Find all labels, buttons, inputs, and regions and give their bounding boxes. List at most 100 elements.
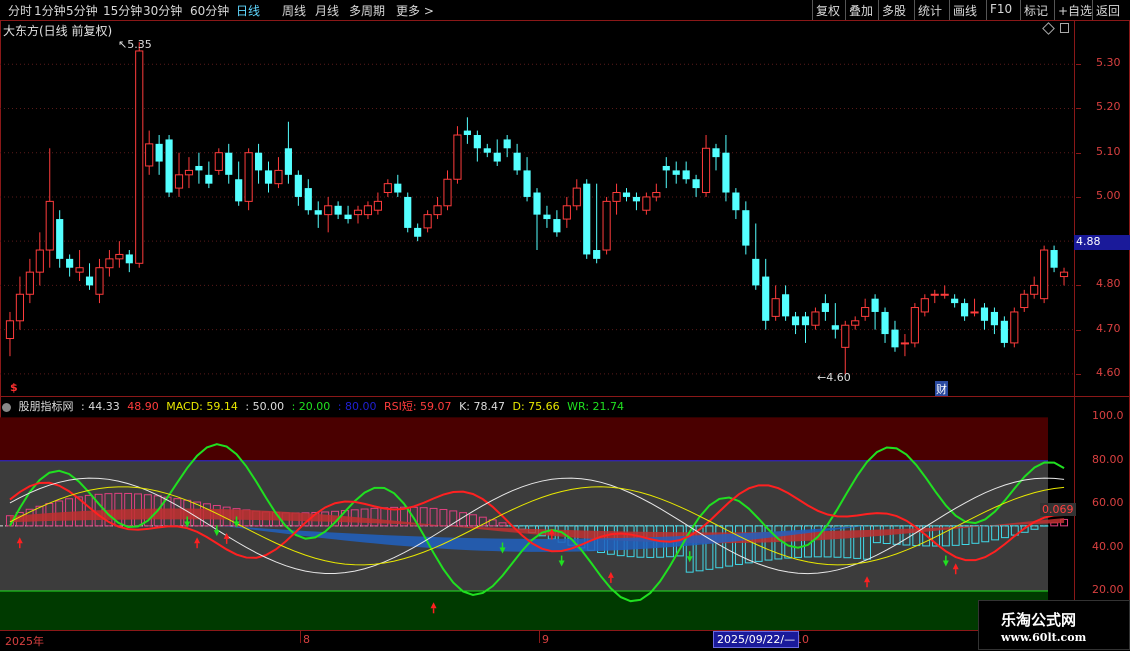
indicator-v4: : 20.00 [292,400,331,413]
toolbar-button-5[interactable]: F10 [990,2,1012,16]
indicator-chart [0,413,1074,630]
candle [921,294,928,316]
period-tab-10[interactable]: 更多 > [396,2,434,19]
price-axis-tickmark [1076,153,1081,154]
candle [951,294,958,307]
indicator-header: 股朋指标网 : 44.33 48.90 MACD: 59.14 : 50.00 … [2,398,628,414]
toolbar-button-8[interactable]: 返回 [1096,2,1120,19]
price-axis-tickmark [1076,374,1081,375]
candle [66,254,73,276]
toolbar-button-4[interactable]: 画线 [953,2,977,19]
indicator-axis: 100.080.0060.0040.0020.00 [1076,413,1130,630]
time-tick [539,631,540,643]
candle [295,170,302,205]
candle [315,201,322,228]
price-axis-tick: 5.30 [1096,56,1130,69]
candle [961,299,968,321]
candle [543,206,550,228]
period-tab-6[interactable]: 日线 [236,2,260,19]
period-tab-5[interactable]: 60分钟 [190,2,229,19]
candle [434,197,441,219]
candle [832,303,839,338]
candle [16,277,23,330]
indicator-axis-tick: 60.00 [1092,496,1130,509]
high-price-marker: ↖5.35 [118,38,152,51]
period-tab-4[interactable]: 30分钟 [143,2,182,19]
candle [6,312,13,356]
candle [822,294,829,321]
toolbar-button-0[interactable]: 复权 [816,2,840,19]
period-tab-8[interactable]: 月线 [315,2,339,19]
candle [623,188,630,201]
toolbar-button-6[interactable]: 标记 [1024,2,1048,19]
period-tab-9[interactable]: 多周期 [349,2,385,19]
indicator-v2: 48.90 [127,400,159,413]
toolbar-button-3[interactable]: 统计 [918,2,942,19]
candle [872,294,879,329]
toolbar-button-1[interactable]: 叠加 [849,2,873,19]
candle [563,197,570,228]
price-axis-tickmark [1076,64,1081,65]
price-axis-tick: 5.20 [1096,100,1130,113]
candle [325,197,332,232]
candle [772,285,779,320]
candle [693,175,700,197]
candle [1011,308,1018,348]
candle [335,201,342,219]
indicator-v5: : 80.00 [338,400,377,413]
candle [1041,246,1048,304]
overbought-zone [0,417,1048,460]
time-label-sep: 9 [542,633,549,646]
candle [1031,277,1038,299]
candle [484,144,491,157]
candle [911,303,918,347]
candle [653,184,660,202]
time-tick [300,631,301,643]
candle [464,117,471,144]
candle [891,321,898,352]
candle [603,197,610,255]
period-tab-3[interactable]: 15分钟 [103,2,142,19]
candle [881,308,888,343]
price-axis-tickmark [1076,197,1081,198]
candle [265,162,272,193]
dividend-marker[interactable]: $ [10,381,18,394]
finance-marker[interactable]: 财 [935,381,948,397]
candle [931,290,938,303]
period-toolbar: 分时1分钟5分钟 15分钟30分钟 60分钟日线 周线月线多周期更多 > 复权叠加多股统… [0,0,1130,21]
candle [444,170,451,210]
period-tab-0[interactable]: 分时 [8,2,32,19]
candle [414,223,421,241]
period-tab-2[interactable]: 5分钟 [66,2,98,19]
toolbar-button-2[interactable]: 多股 [882,2,906,19]
indicator-toggle-icon[interactable] [2,403,11,412]
candle [941,285,948,298]
period-tab-7[interactable]: 周线 [282,2,306,19]
candle [175,153,182,197]
indicator-name[interactable]: 股朋指标网 [19,400,74,413]
candle [56,210,63,268]
toolbar-divider [949,0,950,20]
candle [195,153,202,184]
candle [146,131,153,175]
candle [394,175,401,197]
candle [384,179,391,197]
candle [255,144,262,184]
indicator-axis-tick: 20.00 [1092,583,1130,596]
candle [673,162,680,184]
indicator-v3: : 50.00 [245,400,284,413]
candle [702,135,709,197]
candle [633,193,640,211]
watermark: 乐淘公式网 www.60lt.com [978,600,1130,650]
period-tab-1[interactable]: 1分钟 [34,2,66,19]
candle [613,184,620,215]
candle [305,179,312,214]
candle [374,193,381,215]
price-axis-tickmark [1076,108,1081,109]
price-axis: 5.305.205.105.004.904.804.704.60 [1076,20,1130,396]
candle [1021,290,1028,312]
toolbar-button-7[interactable]: +自选 [1058,2,1092,19]
high-price-value: 5.35 [127,38,152,51]
low-price-marker: ←4.60 [817,371,851,384]
candle [722,135,729,201]
